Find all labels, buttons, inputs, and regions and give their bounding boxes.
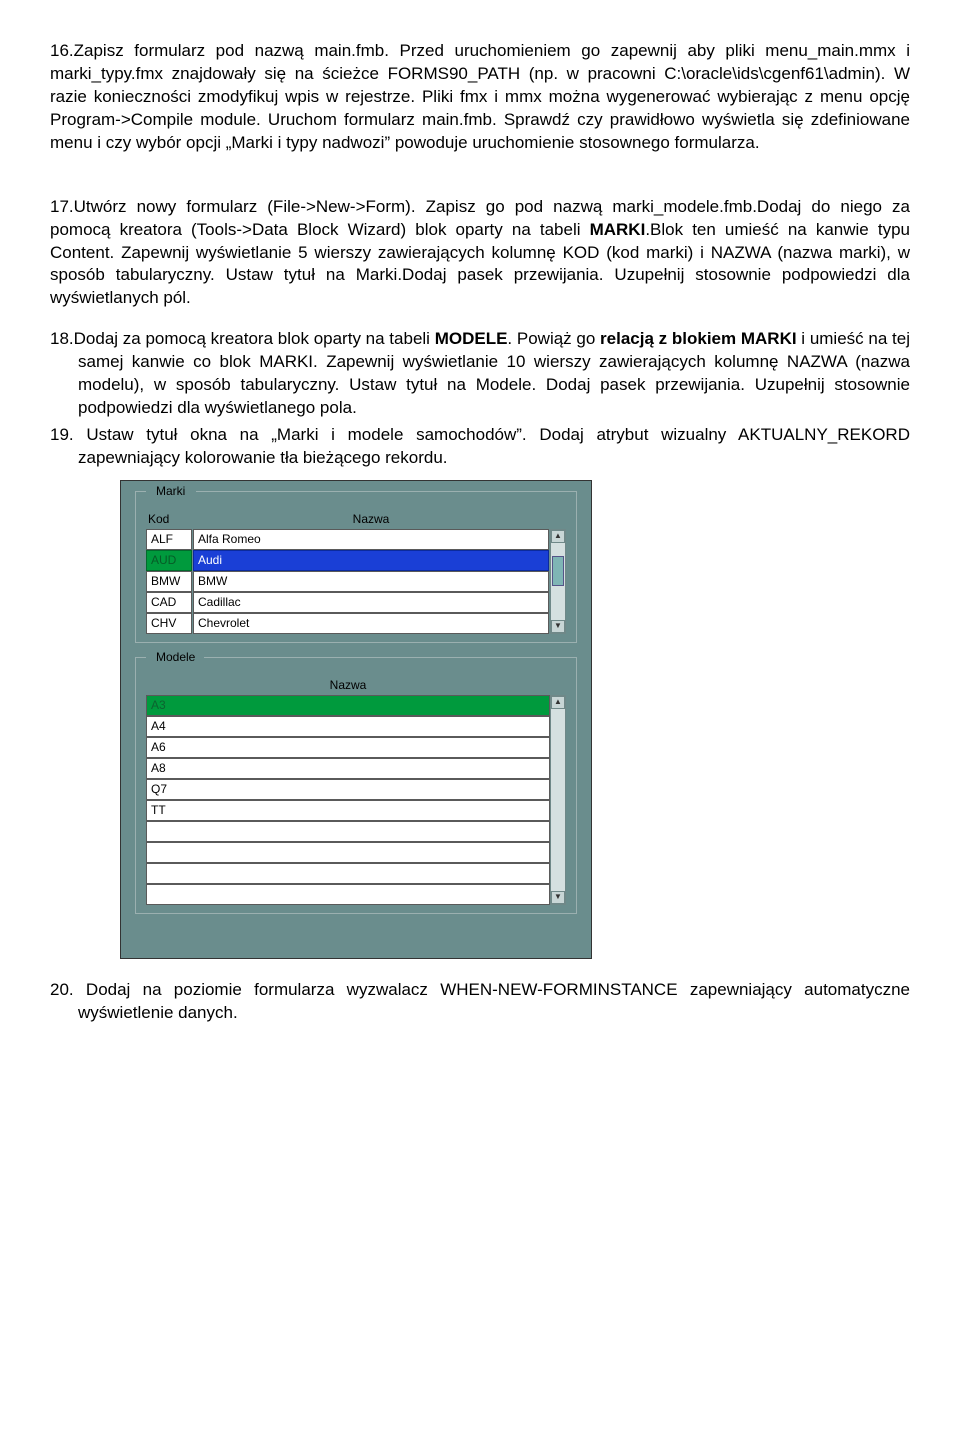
item-number: 18. [50,329,74,348]
marki-scrollbar[interactable]: ▲ ▼ [550,529,566,634]
modele-grid: Nazwa A3 ▲ ▼ A4 A6 A8 Q7 TT [146,675,566,905]
list-item-19: 19. Ustaw tytuł okna na „Marki i modele … [50,424,910,470]
model-cell[interactable]: Q7 [146,779,550,800]
model-cell[interactable] [146,884,550,905]
model-cell[interactable] [146,842,550,863]
bold-modele: MODELE [435,329,508,348]
item-text: Ustaw tytuł okna na „Marki i modele samo… [74,425,910,467]
item-number: 19. [50,425,74,444]
header-nazwa: Nazwa [146,675,550,695]
scroll-up-icon[interactable]: ▲ [551,530,565,543]
model-cell[interactable] [146,863,550,884]
marki-legend: Marki [150,483,191,499]
item-text: Dodaj na poziomie formularza wyzwalacz W… [74,980,910,1022]
item-number: 20. [50,980,74,999]
list-item-17: 17.Utwórz nowy formularz (File->New->For… [50,196,910,311]
modele-frame: Modele Nazwa A3 ▲ ▼ A4 A6 A8 Q7 TT [135,657,577,914]
model-cell[interactable]: TT [146,800,550,821]
header-kod: Kod [146,509,192,529]
list-item-16: 16.Zapisz formularz pod nazwą main.fmb. … [50,40,910,155]
kod-cell[interactable]: BMW [146,571,192,592]
modele-scrollbar[interactable]: ▲ ▼ [550,695,566,905]
modele-legend: Modele [150,649,201,665]
model-cell-selected[interactable]: A3 [146,695,550,716]
bold-relacja: relacją z blokiem MARKI [600,329,797,348]
bold-marki: MARKI [590,220,646,239]
header-nazwa: Nazwa [193,509,549,529]
kod-cell[interactable]: CAD [146,592,192,613]
item-number: 17. [50,197,74,216]
nazwa-cell[interactable]: Alfa Romeo [193,529,549,550]
kod-cell[interactable]: CHV [146,613,192,634]
item-number: 16. [50,41,74,60]
model-cell[interactable]: A6 [146,737,550,758]
kod-cell[interactable]: ALF [146,529,192,550]
model-cell[interactable] [146,821,550,842]
scroll-down-icon[interactable]: ▼ [551,891,565,904]
marki-frame: Marki Kod Nazwa ALF Alfa Romeo ▲ ▼ AUD A… [135,491,577,643]
item-text: Zapisz formularz pod nazwą main.fmb. Prz… [50,41,910,152]
model-cell[interactable]: A4 [146,716,550,737]
model-cell[interactable]: A8 [146,758,550,779]
nazwa-cell[interactable]: BMW [193,571,549,592]
forms-window: Marki Kod Nazwa ALF Alfa Romeo ▲ ▼ AUD A… [120,480,592,959]
scroll-thumb[interactable] [552,556,564,586]
item-text: . Powiąż go [507,329,600,348]
nazwa-cell-selected[interactable]: Audi [193,550,549,571]
list-item-18: 18.Dodaj za pomocą kreatora blok oparty … [50,328,910,420]
item-text: Dodaj za pomocą kreatora blok oparty na … [74,329,435,348]
scroll-down-icon[interactable]: ▼ [551,620,565,633]
list-item-20: 20. Dodaj na poziomie formularza wyzwala… [50,979,910,1025]
scroll-up-icon[interactable]: ▲ [551,696,565,709]
nazwa-cell[interactable]: Cadillac [193,592,549,613]
marki-grid: Kod Nazwa ALF Alfa Romeo ▲ ▼ AUD Audi BM… [146,509,566,634]
nazwa-cell[interactable]: Chevrolet [193,613,549,634]
kod-cell-selected[interactable]: AUD [146,550,192,571]
